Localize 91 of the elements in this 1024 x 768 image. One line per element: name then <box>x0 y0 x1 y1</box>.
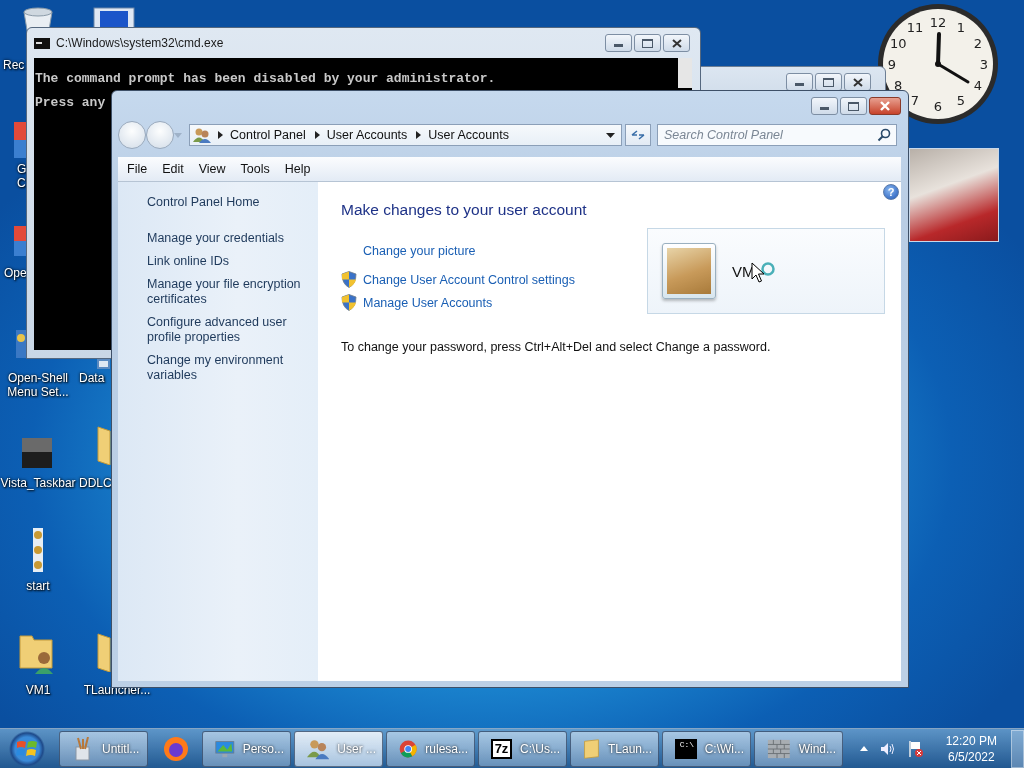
clock-numeral: 7 <box>910 92 920 108</box>
flag-icon[interactable] <box>907 739 924 758</box>
console-line: The command prompt has been disabled by your administrator. <box>35 70 497 88</box>
clock-date: 6/5/2022 <box>947 748 995 765</box>
console-icon: C:\ <box>675 738 697 759</box>
window-title: C:\Windows\system32\cmd.exe <box>56 36 224 50</box>
scrollbar[interactable] <box>678 58 692 88</box>
taskbar-button[interactable]: C:\ C:\Wi... <box>662 730 751 767</box>
clock-numeral: 8 <box>894 77 903 93</box>
sidebar-link[interactable]: Manage your credentials <box>147 231 310 246</box>
task-link[interactable]: Change User Account Control settings <box>363 272 575 287</box>
console-icon <box>34 37 50 49</box>
console-line: Press any <box>35 94 107 112</box>
users-icon <box>307 737 330 760</box>
taskbar-clock[interactable]: 12:20 PM 6/5/2022 <box>945 732 997 765</box>
clock-numeral: 9 <box>887 56 897 72</box>
close-icon <box>671 38 682 48</box>
clock-numeral: 12 <box>929 14 947 30</box>
menu-item[interactable]: File <box>124 162 155 176</box>
chevron-icon[interactable] <box>314 131 320 139</box>
menu-item[interactable]: View <box>195 162 233 176</box>
app-tile-icon[interactable] <box>22 438 52 468</box>
shortcut-icon[interactable] <box>97 359 110 369</box>
dropdown-arrow-icon[interactable] <box>606 132 615 138</box>
sidebar-link[interactable]: Control Panel Home <box>147 195 310 210</box>
desktop-icon-label: Data <box>79 371 105 385</box>
minimize-button[interactable] <box>786 73 813 91</box>
desktop-icon-label: Ope <box>4 266 27 280</box>
desktop-icon-label: Rec <box>3 58 25 72</box>
desktop-icon-label: C <box>17 176 27 190</box>
desktop-icon-label: start <box>26 579 50 593</box>
sidebar-link[interactable]: Change my environment variables <box>147 353 310 383</box>
sidebar-link[interactable]: Link online IDs <box>147 254 310 269</box>
desktop-icon-label: Open-Shell <box>7 371 68 385</box>
close-button[interactable] <box>663 34 690 52</box>
close-icon <box>852 77 863 87</box>
breadcrumb-item[interactable]: Control Panel <box>230 128 306 142</box>
sidebar-link[interactable]: Configure advanced user profile properties <box>147 315 310 345</box>
desktop-icon-label: VM1 <box>25 683 51 697</box>
speaker-icon[interactable] <box>879 741 896 756</box>
chevron-icon[interactable] <box>218 131 223 139</box>
clock-numeral: 5 <box>956 92 966 108</box>
minimize-button[interactable] <box>811 97 838 115</box>
search-field[interactable]: Search Control Panel <box>657 124 897 146</box>
breadcrumb-item[interactable]: User Accounts <box>428 128 509 142</box>
menu-item[interactable]: Help <box>281 162 318 176</box>
maximize-button[interactable] <box>634 34 661 52</box>
computer-icon[interactable] <box>92 6 136 28</box>
users-icon <box>193 127 211 143</box>
show-hidden-icons-icon[interactable] <box>859 746 868 751</box>
search-icon[interactable] <box>877 128 891 142</box>
maximize-button[interactable] <box>815 73 842 91</box>
close-button[interactable] <box>844 73 871 91</box>
clock-numeral: 10 <box>889 35 907 51</box>
desktop-icon-label: G <box>17 162 27 176</box>
browser-icon <box>163 735 189 762</box>
refresh-button[interactable] <box>625 124 651 146</box>
desktop-icon-label: Menu Set... <box>7 385 69 399</box>
app-icon[interactable] <box>16 330 26 358</box>
maximize-button[interactable] <box>840 97 867 115</box>
clock-time: 12:20 PM <box>945 732 997 749</box>
orb-stack-icon[interactable] <box>32 528 44 572</box>
windows-logo-icon <box>16 738 38 759</box>
close-icon <box>879 101 891 111</box>
close-button[interactable] <box>869 97 901 115</box>
clock-numeral: 11 <box>906 20 924 36</box>
menu-item[interactable]: Tools <box>237 162 277 176</box>
chevron-icon[interactable] <box>416 131 422 139</box>
refresh-icon <box>630 129 646 141</box>
clock-hands-drawing <box>935 32 970 84</box>
clock-numeral: 4 <box>973 77 982 93</box>
desktop-icon-label: DDLC <box>79 476 112 490</box>
clock-numeral: 2 <box>973 35 982 51</box>
address-bar[interactable]: Control Panel User Accounts User Accounts <box>189 124 622 146</box>
clock-numeral: 1 <box>956 20 966 36</box>
password-note: To change your password, press Ctrl+Alt+Del and select Change a password. <box>341 340 772 354</box>
page-heading: Make changes to your user account <box>341 201 588 219</box>
archive-icon: 7z <box>491 738 512 759</box>
task-link[interactable]: Manage User Accounts <box>363 295 493 310</box>
user-folder-icon[interactable] <box>18 632 56 674</box>
taskbar-button[interactable]: 7z C:\Us... <box>478 730 567 767</box>
clock-numeral: 3 <box>979 56 989 72</box>
busy-cursor-icon <box>751 262 777 286</box>
desktop-icon-label: Vista_Taskbar <box>0 476 76 490</box>
desktop-icon-label: TLauncher... <box>83 683 151 697</box>
clock-numeral: 6 <box>933 98 943 114</box>
minimize-button[interactable] <box>605 34 632 52</box>
breadcrumb-item[interactable]: User Accounts <box>326 128 408 142</box>
sidebar-link[interactable]: Manage your file encryption certificates <box>147 277 310 307</box>
task-link[interactable]: Change your picture <box>363 243 476 258</box>
menu-item[interactable]: Edit <box>159 162 191 176</box>
